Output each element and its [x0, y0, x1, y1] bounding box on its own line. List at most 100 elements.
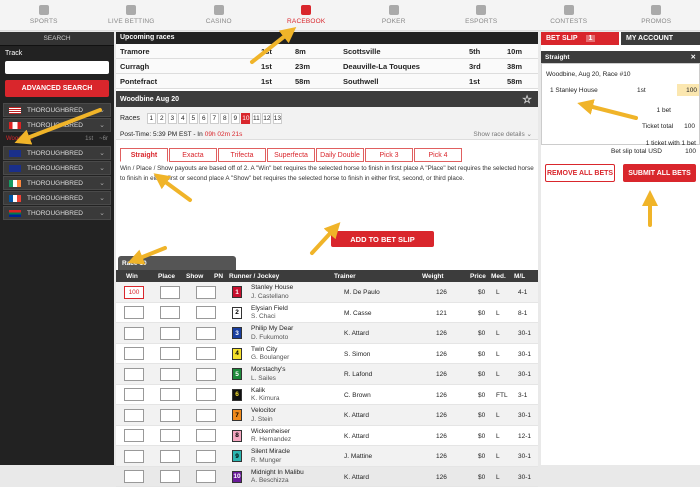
submit-all-bets-button[interactable]: SUBMIT ALL BETS — [623, 164, 696, 182]
place-input[interactable] — [160, 470, 180, 483]
price: $0 — [478, 412, 485, 419]
win-input[interactable]: 100 — [124, 286, 144, 299]
nav-item-poker[interactable]: POKER — [350, 0, 438, 30]
tab-trifecta[interactable]: Trifecta — [218, 148, 266, 162]
bet-slip-tab[interactable]: BET SLIP1 — [541, 32, 619, 45]
upcoming-race-row[interactable]: Curragh1st23mDeauville-La Touques3rd38m — [116, 59, 538, 74]
sidebar-group-south-africa[interactable]: THOROUGHBRED⌄ — [3, 206, 111, 220]
nav-item-racebook[interactable]: RACEBOOK — [263, 0, 351, 30]
race-tab[interactable]: Race 10 — [118, 256, 236, 270]
nav-item-contests[interactable]: CONTESTS — [525, 0, 613, 30]
nav-item-promos[interactable]: PROMOS — [613, 0, 700, 30]
place-input[interactable] — [160, 306, 180, 319]
advanced-search-button[interactable]: ADVANCED SEARCH — [5, 80, 109, 97]
tab-straight[interactable]: Straight — [120, 148, 168, 162]
table-row: 1001Stanley HouseJ. CastellanoM. De Paul… — [116, 282, 538, 303]
nav-item-esports[interactable]: ESPORTS — [438, 0, 526, 30]
race-number-1[interactable]: 1 — [147, 113, 156, 124]
show-input[interactable] — [196, 470, 216, 483]
win-input[interactable] — [124, 327, 144, 340]
race-number-4[interactable]: 4 — [178, 113, 187, 124]
tab-pick-3[interactable]: Pick 3 — [365, 148, 413, 162]
show-input[interactable] — [196, 409, 216, 422]
race-track-name: Woodbine — [120, 96, 154, 103]
sidebar-group-ireland[interactable]: THOROUGHBRED⌄ — [3, 176, 111, 190]
win-input[interactable] — [124, 306, 144, 319]
race-number-8[interactable]: 8 — [220, 113, 229, 124]
win-input[interactable] — [124, 470, 144, 483]
bet-type-tabs: StraightExactaTrifectaSuperfectaDaily Do… — [116, 140, 538, 163]
race-number-9[interactable]: 9 — [231, 113, 240, 124]
tab-superfecta[interactable]: Superfecta — [267, 148, 315, 162]
sidebar-group-uk[interactable]: THOROUGHBRED⌄ — [3, 161, 111, 175]
race-number-6[interactable]: 6 — [199, 113, 208, 124]
sidebar-group-usa[interactable]: THOROUGHBRED⌄ — [3, 103, 111, 117]
price: $0 — [478, 330, 485, 337]
race-number-2[interactable]: 2 — [157, 113, 166, 124]
weight: 126 — [436, 289, 447, 296]
win-input[interactable] — [124, 429, 144, 442]
sidebar-group-france[interactable]: THOROUGHBRED⌄ — [3, 191, 111, 205]
place-input[interactable] — [160, 429, 180, 442]
upcoming-race-row[interactable]: Pontefract1st58mSouthwell1st58m — [116, 74, 538, 89]
price: $0 — [478, 289, 485, 296]
close-icon[interactable]: ✕ — [691, 53, 696, 61]
medication: L — [496, 433, 500, 440]
place-input[interactable] — [160, 347, 180, 360]
slip-amount-input[interactable]: 100 — [677, 84, 699, 96]
race-number-12[interactable]: 12 — [262, 113, 271, 124]
add-to-bet-slip-button[interactable]: ADD TO BET SLIP — [331, 231, 434, 247]
race-number-7[interactable]: 7 — [210, 113, 219, 124]
place-input[interactable] — [160, 388, 180, 401]
table-row: 3Philip My DearD. FukumotoK. Attard126$0… — [116, 323, 538, 344]
win-input[interactable] — [124, 450, 144, 463]
tab-exacta[interactable]: Exacta — [169, 148, 217, 162]
track-search-input[interactable] — [5, 61, 109, 74]
place-input[interactable] — [160, 450, 180, 463]
trainer: K. Attard — [344, 474, 369, 481]
win-input[interactable] — [124, 368, 144, 381]
nav-item-live-betting[interactable]: LIVE BETTING — [88, 0, 176, 30]
upcoming-race-row[interactable]: Tramore1st8mScottsville5th10m — [116, 44, 538, 59]
col-price: Price — [470, 273, 486, 280]
sidebar-item-woodbine[interactable]: Woodbine1st~6r — [3, 133, 111, 145]
place-input[interactable] — [160, 286, 180, 299]
race-number-13[interactable]: 13 — [273, 113, 282, 124]
remove-all-bets-button[interactable]: REMOVE ALL BETS — [545, 164, 615, 182]
win-input[interactable] — [124, 347, 144, 360]
show-input[interactable] — [196, 450, 216, 463]
favorite-star-icon[interactable]: ☆ — [522, 93, 532, 106]
place-input[interactable] — [160, 409, 180, 422]
price: $0 — [478, 474, 485, 481]
show-race-details-link[interactable]: Show race details ⌄ — [473, 130, 532, 138]
nav-item-casino[interactable]: CASINO — [175, 0, 263, 30]
show-input[interactable] — [196, 429, 216, 442]
race-number-11[interactable]: 11 — [252, 113, 261, 124]
runner-jockey: Elysian FieldS. Chaci — [251, 305, 288, 322]
win-input[interactable] — [124, 409, 144, 422]
place-input[interactable] — [160, 327, 180, 340]
program-number: 1 — [232, 286, 242, 298]
race-number-10[interactable]: 10 — [241, 113, 250, 124]
bet-count-badge: 1 — [586, 35, 596, 42]
show-input[interactable] — [196, 306, 216, 319]
my-account-tab[interactable]: MY ACCOUNT — [621, 32, 700, 45]
sidebar-group-canada[interactable]: THOROUGHBRED⌄ — [3, 118, 111, 132]
show-input[interactable] — [196, 388, 216, 401]
chevron-down-icon: ⌄ — [99, 106, 105, 114]
nav-item-sports[interactable]: SPORTS — [0, 0, 88, 30]
tab-pick-4[interactable]: Pick 4 — [414, 148, 462, 162]
show-input[interactable] — [196, 368, 216, 381]
runner-jockey: KalikK. Kimura — [251, 387, 280, 404]
poker-icon — [389, 5, 399, 15]
tab-daily-double[interactable]: Daily Double — [316, 148, 364, 162]
show-input[interactable] — [196, 327, 216, 340]
race-number-3[interactable]: 3 — [168, 113, 177, 124]
win-input[interactable] — [124, 388, 144, 401]
place-input[interactable] — [160, 368, 180, 381]
show-input[interactable] — [196, 286, 216, 299]
runner-rows: 1001Stanley HouseJ. CastellanoM. De Paul… — [116, 282, 538, 487]
show-input[interactable] — [196, 347, 216, 360]
race-number-5[interactable]: 5 — [189, 113, 198, 124]
sidebar-group-australia[interactable]: THOROUGHBRED⌄ — [3, 146, 111, 160]
